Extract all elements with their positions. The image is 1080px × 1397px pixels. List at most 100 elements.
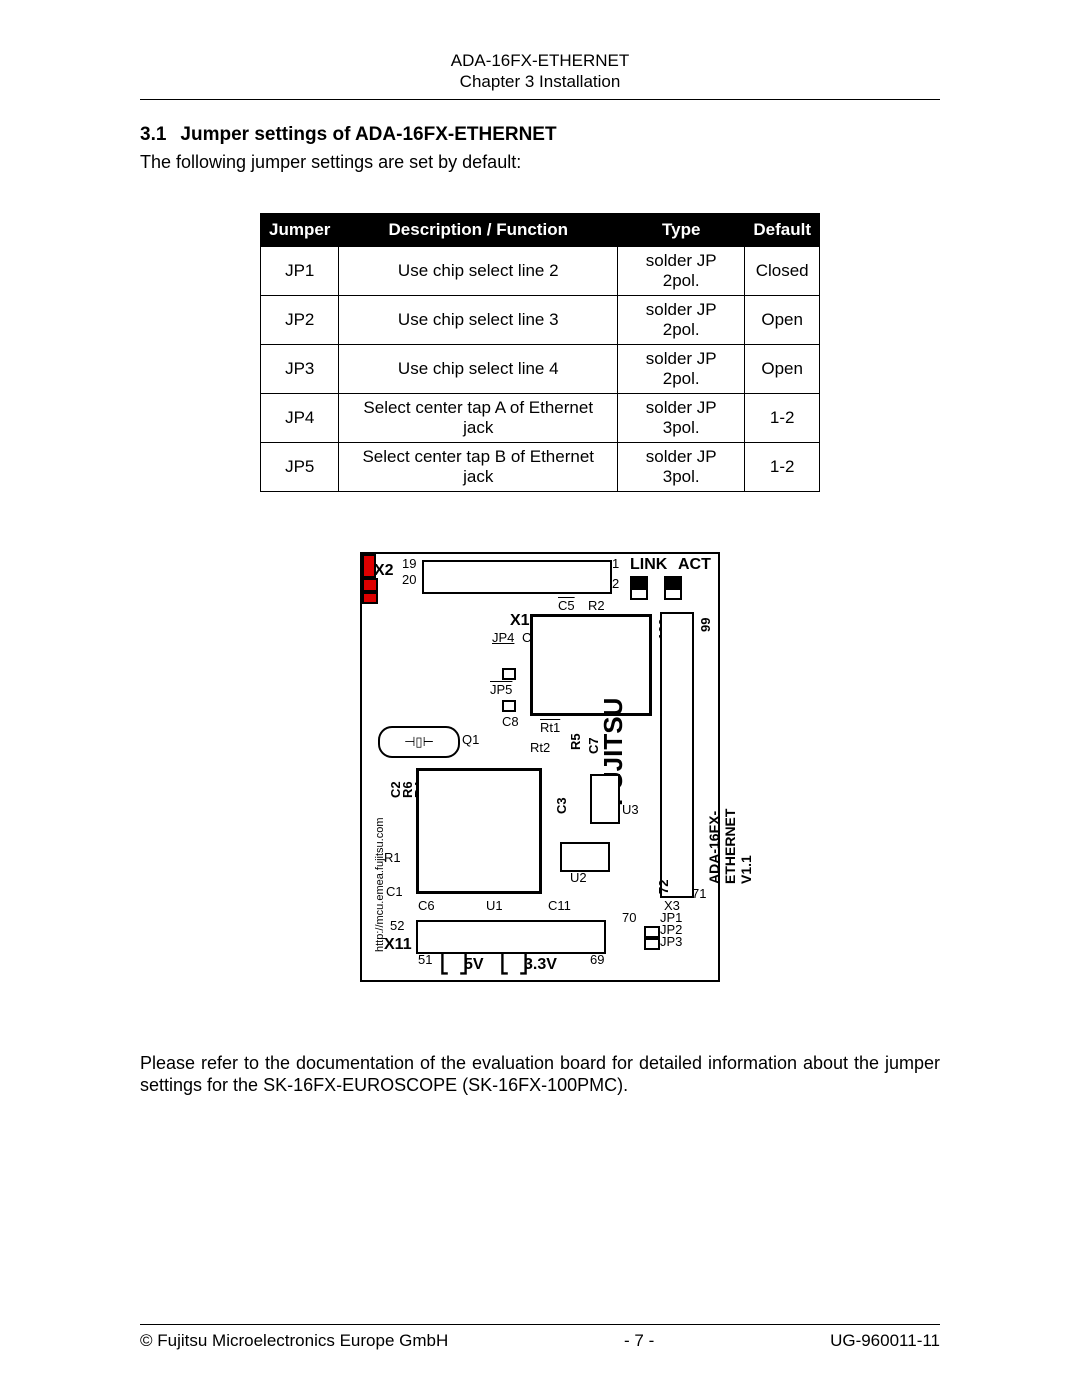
label-72: 72 (656, 879, 671, 893)
label-c5: C5 (558, 598, 575, 613)
table-row: JP2 Use chip select line 3 solder JP 2po… (261, 295, 820, 344)
label-act: ACT (678, 556, 711, 574)
connector-x2 (422, 560, 612, 594)
label-69: 69 (590, 952, 604, 967)
label-u2: U2 (570, 870, 587, 885)
cell-jumper: JP2 (261, 295, 339, 344)
bottom-rule (140, 1324, 940, 1325)
crystal-q1-icon: ⊣▯⊢ (378, 726, 460, 758)
label-rt1: Rt1 (540, 720, 560, 735)
label-link: LINK (630, 556, 667, 574)
cell-default: Open (745, 295, 820, 344)
label-q1: Q1 (462, 732, 479, 747)
jp4-pad2 (502, 668, 516, 680)
page-header: ADA-16FX-ETHERNET Chapter 3 Installation (140, 50, 940, 93)
jp3-pad (644, 938, 660, 950)
cell-default: Closed (745, 246, 820, 295)
label-c11: C11 (548, 898, 571, 913)
header-line1: ADA-16FX-ETHERNET (140, 50, 940, 71)
footer-left: © Fujitsu Microelectronics Europe GmbH (140, 1331, 448, 1351)
note-text: Please refer to the documentation of the… (140, 1052, 940, 1097)
page-footer: © Fujitsu Microelectronics Europe GmbH -… (140, 1324, 940, 1351)
label-52: 52 (390, 918, 404, 933)
connector-x11 (416, 920, 606, 954)
label-x1: X1 (510, 612, 530, 630)
label-71: 71 (692, 886, 706, 901)
pcb-diagram-wrap: X2 19 20 1 2 LINK ACT C5 R2 X1 JP4 C9 C4… (360, 552, 720, 982)
cell-default: Open (745, 344, 820, 393)
top-rule (140, 99, 940, 100)
cell-desc: Select center tap A of Ethernet jack (339, 393, 618, 442)
cell-jumper: JP4 (261, 393, 339, 442)
cell-desc: Use chip select line 3 (339, 295, 618, 344)
label-jp4: JP4 (492, 630, 514, 645)
label-r1: R1 (384, 850, 401, 865)
label-c8: C8 (502, 714, 519, 729)
cell-type: solder JP 2pol. (618, 246, 745, 295)
label-rt2: Rt2 (530, 740, 550, 755)
label-c1: C1 (386, 884, 403, 899)
cell-jumper: JP5 (261, 442, 339, 491)
label-70: 70 (622, 910, 636, 925)
table-header-row: Jumper Description / Function Type Defau… (261, 213, 820, 246)
document-page: ADA-16FX-ETHERNET Chapter 3 Installation… (0, 0, 1080, 1397)
footer-right: UG-960011-11 (830, 1331, 940, 1351)
label-1: 1 (612, 556, 619, 571)
connector-x3 (660, 612, 694, 898)
box-x1 (530, 614, 652, 716)
table-row: JP5 Select center tap B of Ethernet jack… (261, 442, 820, 491)
cell-type: solder JP 3pol. (618, 393, 745, 442)
label-c3: C3 (554, 797, 569, 814)
jp2-pad (644, 926, 660, 938)
cell-jumper: JP3 (261, 344, 339, 393)
label-2: 2 (612, 576, 619, 591)
footer-center: - 7 - (624, 1331, 654, 1351)
jp5-pad1 (502, 700, 516, 712)
pcb-diagram: X2 19 20 1 2 LINK ACT C5 R2 X1 JP4 C9 C4… (360, 552, 720, 982)
cell-desc: Select center tap B of Ethernet jack (339, 442, 618, 491)
cell-type: solder JP 3pol. (618, 442, 745, 491)
led-link-icon (630, 576, 648, 588)
chip-main-icon (416, 768, 542, 894)
section-intro: The following jumper settings are set by… (140, 152, 940, 173)
th-jumper: Jumper (261, 213, 339, 246)
label-99: 99 (698, 617, 713, 631)
label-jp5: JP5 (490, 682, 512, 697)
section-title: Jumper settings of ADA-16FX-ETHERNET (180, 124, 556, 145)
table-row: JP1 Use chip select line 2 solder JP 2po… (261, 246, 820, 295)
cell-desc: Use chip select line 4 (339, 344, 618, 393)
label-20: 20 (402, 572, 416, 587)
c8-pad-icon (362, 578, 378, 592)
label-19: 19 (402, 556, 416, 571)
th-default: Default (745, 213, 820, 246)
label-x11: X11 (384, 936, 412, 954)
cell-default: 1-2 (745, 442, 820, 491)
cell-desc: Use chip select line 2 (339, 246, 618, 295)
label-r5: R5 (568, 733, 583, 750)
chip-u3 (590, 774, 620, 824)
label-r2: R2 (588, 598, 605, 613)
label-url: http://mcu.emea.fujitsu.com (374, 817, 386, 952)
label-c6: C6 (418, 898, 435, 913)
cell-type: solder JP 2pol. (618, 295, 745, 344)
table-row: JP4 Select center tap A of Ethernet jack… (261, 393, 820, 442)
label-5v: 5V (464, 956, 484, 974)
jumper-table: Jumper Description / Function Type Defau… (260, 213, 820, 492)
label-x2: X2 (374, 562, 394, 580)
th-type: Type (618, 213, 745, 246)
jp1-pad-icon (362, 592, 378, 604)
section-number: 3.1 (140, 124, 166, 145)
table-row: JP3 Use chip select line 4 solder JP 2po… (261, 344, 820, 393)
th-desc: Description / Function (339, 213, 618, 246)
label-u3: U3 (622, 802, 639, 817)
cell-type: solder JP 2pol. (618, 344, 745, 393)
label-jp3: JP3 (660, 934, 682, 949)
pad-act (664, 588, 682, 600)
label-board-rev: ADA-16FX-ETHERNET V1.1 (706, 808, 754, 883)
pad-link (630, 588, 648, 600)
label-33v: 3.3V (524, 956, 557, 974)
label-51: 51 (418, 952, 432, 967)
section-heading: 3.1 Jumper settings of ADA-16FX-ETHERNET (140, 124, 940, 146)
cell-default: 1-2 (745, 393, 820, 442)
led-act-icon (664, 576, 682, 588)
